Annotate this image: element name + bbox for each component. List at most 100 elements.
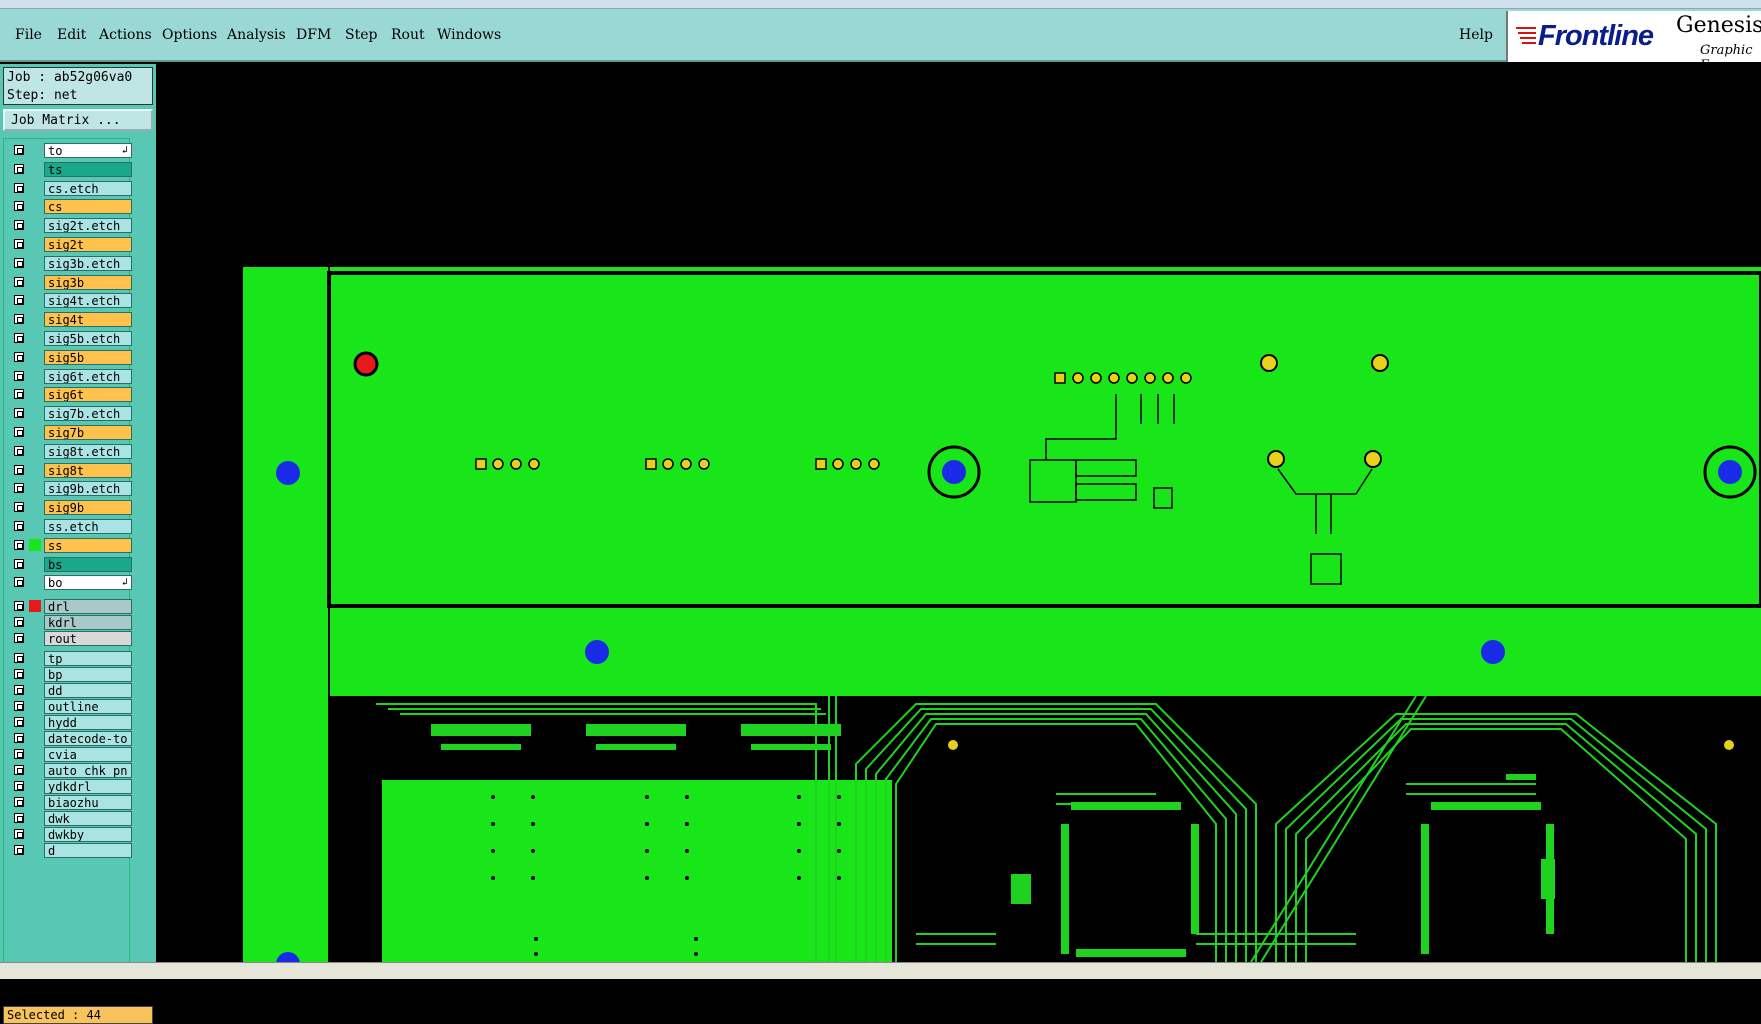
layer-checkbox[interactable] (14, 797, 24, 808)
layer-name[interactable]: sig5b.etch (44, 331, 132, 346)
layer-name[interactable]: sig3b (44, 274, 132, 290)
menu-file[interactable]: File (15, 27, 42, 43)
layer-row-rout[interactable]: rout (9, 631, 132, 647)
layer-name[interactable]: drl (44, 599, 132, 615)
layer-name[interactable]: tp (44, 651, 132, 667)
menu-edit[interactable]: Edit (57, 27, 86, 43)
layer-checkbox[interactable] (14, 633, 24, 644)
layer-name[interactable]: kdrl (44, 615, 132, 631)
layer-name[interactable]: to ↲ (44, 143, 132, 158)
layer-name[interactable]: bs (44, 556, 132, 572)
layer-name[interactable]: sig2t (44, 237, 132, 252)
menu-actions[interactable]: Actions (99, 27, 152, 43)
layer-row-outline[interactable]: outline (9, 699, 132, 715)
layer-name[interactable]: ss.etch (44, 519, 132, 534)
layer-name[interactable]: biaozhu (44, 795, 132, 811)
layer-name[interactable]: dd (44, 683, 132, 699)
layer-row-sig5b-etch[interactable]: sig5b.etch (9, 331, 132, 346)
layer-name[interactable]: ts (44, 161, 132, 177)
layer-name[interactable]: bp (44, 667, 132, 683)
layer-checkbox[interactable] (14, 845, 24, 856)
layer-row-bo[interactable]: bo ↲ (9, 575, 132, 591)
layer-row-ss[interactable]: ss (9, 537, 132, 553)
layer-row-ydkdrl[interactable]: ydkdrl (9, 779, 132, 795)
layer-checkbox[interactable] (14, 201, 24, 212)
layer-checkbox[interactable] (14, 558, 24, 569)
layer-row-ts[interactable]: ts (9, 161, 132, 177)
layer-row-d[interactable]: d (9, 843, 132, 859)
layer-checkbox[interactable] (14, 483, 24, 494)
layer-row-bp[interactable]: bp (9, 667, 132, 683)
layer-name[interactable]: dwkby (44, 827, 132, 843)
layer-row-sig7b-etch[interactable]: sig7b.etch (9, 406, 132, 422)
layer-checkbox[interactable] (14, 733, 24, 744)
layer-name[interactable]: datecode-to (44, 731, 132, 747)
layer-row-bs[interactable]: bs (9, 556, 132, 572)
layer-checkbox[interactable] (14, 601, 24, 612)
layer-row-dwkby[interactable]: dwkby (9, 827, 132, 843)
layer-checkbox[interactable] (14, 314, 24, 325)
layer-checkbox[interactable] (14, 669, 24, 680)
layer-row-sig9b-etch[interactable]: sig9b.etch (9, 481, 132, 497)
layer-row-sig5b[interactable]: sig5b (9, 349, 132, 365)
layer-row-sig2t-etch[interactable]: sig2t.etch (9, 218, 132, 234)
layer-checkbox[interactable] (14, 717, 24, 728)
layer-checkbox[interactable] (14, 701, 24, 712)
layer-name[interactable]: sig9b (44, 500, 132, 516)
layer-row-sig9b[interactable]: sig9b (9, 500, 132, 516)
layer-checkbox[interactable] (14, 333, 24, 343)
layer-checkbox[interactable] (14, 408, 24, 419)
layer-row-dd[interactable]: dd (9, 683, 132, 699)
layer-checkbox[interactable] (14, 427, 24, 437)
layer-row-auto-chk-pn[interactable]: auto_chk_pn (9, 763, 132, 779)
layer-row-tp[interactable]: tp (9, 651, 132, 667)
layer-checkbox[interactable] (14, 163, 24, 174)
layer-checkbox[interactable] (14, 389, 24, 400)
job-matrix-button[interactable]: Job Matrix ... (3, 109, 153, 131)
menu-analysis[interactable]: Analysis (227, 27, 286, 43)
layer-name[interactable]: outline (44, 699, 132, 715)
menu-step[interactable]: Step (345, 27, 377, 43)
layer-name[interactable]: dwk (44, 811, 132, 827)
layer-row-sig8t-etch[interactable]: sig8t.etch (9, 443, 132, 459)
layer-checkbox[interactable] (14, 653, 24, 664)
layer-row-sig4t-etch[interactable]: sig4t.etch (9, 293, 132, 309)
layer-checkbox[interactable] (14, 239, 24, 249)
layer-checkbox[interactable] (14, 502, 24, 513)
layer-checkbox[interactable] (14, 829, 24, 840)
layer-name[interactable]: sig6t (44, 387, 132, 403)
layer-name[interactable]: sig7b.etch (44, 406, 132, 422)
layer-checkbox[interactable] (14, 781, 24, 792)
layer-row-cs[interactable]: cs (9, 199, 132, 215)
layer-name[interactable]: rout (44, 631, 132, 647)
layer-name[interactable]: sig5b (44, 349, 132, 365)
layer-name[interactable]: sig9b.etch (44, 481, 132, 497)
layer-checkbox[interactable] (14, 749, 24, 760)
layer-row-biaozhu[interactable]: biaozhu (9, 795, 132, 811)
layer-name[interactable]: sig4t.etch (44, 293, 132, 309)
layer-name[interactable]: sig7b (44, 425, 132, 440)
work-layer-icon[interactable] (29, 600, 41, 613)
layer-row-sig3b[interactable]: sig3b (9, 274, 132, 290)
layer-name[interactable]: cvia (44, 747, 132, 763)
layer-row-drl[interactable]: drl (9, 599, 132, 615)
layer-checkbox[interactable] (14, 577, 24, 588)
layer-name[interactable]: sig2t.etch (44, 218, 132, 234)
layer-row-kdrl[interactable]: kdrl (9, 615, 132, 631)
layer-row-ss-etch[interactable]: ss.etch (9, 519, 132, 534)
menu-rout[interactable]: Rout (391, 27, 425, 43)
layer-name[interactable]: sig4t (44, 312, 132, 328)
layer-row-sig6t[interactable]: sig6t (9, 387, 132, 403)
layer-name[interactable]: auto_chk_pn (44, 763, 132, 779)
layer-checkbox[interactable] (14, 351, 24, 362)
layer-checkbox[interactable] (14, 765, 24, 776)
layer-name[interactable]: sig6t.etch (44, 368, 132, 384)
layer-checkbox[interactable] (14, 257, 24, 268)
layer-row-sig6t-etch[interactable]: sig6t.etch (9, 368, 132, 384)
layer-name[interactable]: ss (44, 537, 132, 553)
layer-checkbox[interactable] (14, 464, 24, 475)
layer-checkbox[interactable] (14, 295, 24, 306)
pcb-view[interactable] (156, 64, 1761, 962)
layer-checkbox[interactable] (14, 617, 24, 628)
layer-name[interactable]: cs.etch (44, 180, 132, 196)
